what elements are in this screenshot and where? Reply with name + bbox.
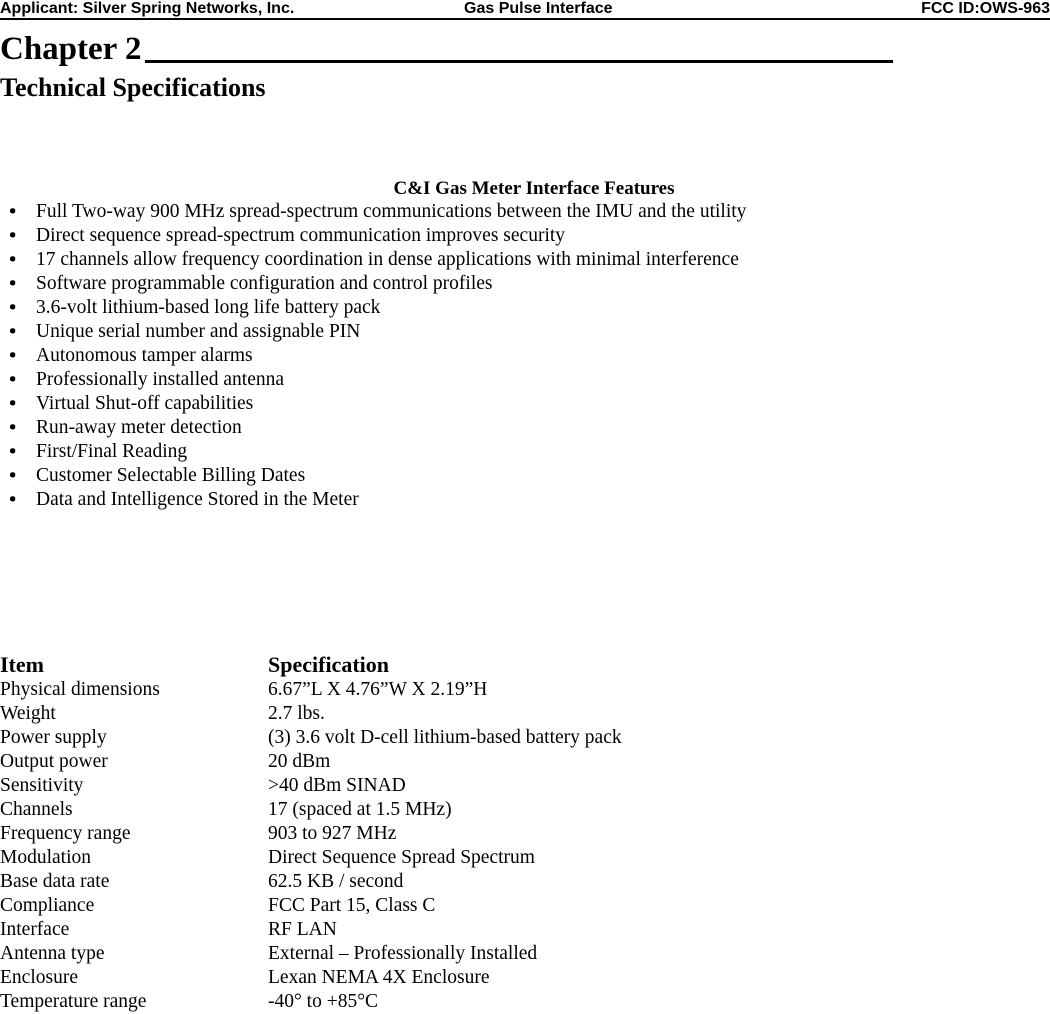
column-header-item: Item	[0, 652, 44, 677]
list-item-label: Full Two-way 900 MHz spread-spectrum com…	[36, 201, 747, 222]
table-row: Physical dimensions 6.67”L X 4.76”W X 2.…	[0, 678, 1040, 702]
list-item: • 3.6-volt lithium-based long life batter…	[0, 296, 1040, 320]
table-row: Output power 20 dBm	[0, 750, 1040, 774]
cell-specification: (3) 3.6 volt D-cell lithium-based batter…	[268, 727, 622, 748]
features-section-title: C&I Gas Meter Interface Features	[393, 178, 675, 199]
cell-item: Base data rate	[0, 871, 110, 892]
cell-item: Power supply	[0, 727, 107, 748]
list-item-label: Autonomous tamper alarms	[36, 345, 253, 366]
table-row: Sensitivity >40 dBm SINAD	[0, 774, 1040, 798]
list-item: • Autonomous tamper alarms	[0, 344, 1040, 368]
chapter-title: Chapter 2	[0, 31, 142, 67]
running-header: Applicant: Silver Spring Networks, Inc. …	[0, 0, 1050, 20]
table-row: Power supply (3) 3.6 volt D-cell lithium…	[0, 726, 1040, 750]
cell-item: Compliance	[0, 895, 95, 916]
table-row: Modulation Direct Sequence Spread Spectr…	[0, 846, 1040, 870]
table-row: Channels 17 (spaced at 1.5 MHz)	[0, 798, 1040, 822]
list-item: • Data and Intelligence Stored in the Met…	[0, 488, 1040, 512]
bullet-icon: •	[7, 441, 19, 463]
cell-specification: RF LAN	[268, 919, 337, 940]
bullet-icon: •	[7, 225, 19, 247]
list-item: • 17 channels allow frequency coordinatio…	[0, 248, 1040, 272]
list-item-label: Data and Intelligence Stored in the Mete…	[36, 489, 359, 510]
cell-specification: 2.7 lbs.	[268, 703, 325, 724]
table-row: Weight 2.7 lbs.	[0, 702, 1040, 726]
chapter-subtitle: Technical Specifications	[0, 73, 266, 102]
table-header-row: Item Specification	[0, 651, 1040, 678]
header-applicant: Applicant: Silver Spring Networks, Inc.	[0, 0, 295, 17]
cell-specification: Lexan NEMA 4X Enclosure	[268, 967, 490, 988]
list-item: • Direct sequence spread-spectrum communi…	[0, 224, 1040, 248]
bullet-icon: •	[7, 417, 19, 439]
bullet-icon: •	[7, 393, 19, 415]
list-item-label: Customer Selectable Billing Dates	[36, 465, 306, 486]
bullet-icon: •	[7, 297, 19, 319]
cell-item: Output power	[0, 751, 108, 772]
list-item: • Customer Selectable Billing Dates	[0, 464, 1040, 488]
cell-item: Channels	[0, 799, 73, 820]
list-item: • Run-away meter detection	[0, 416, 1040, 440]
bullet-icon: •	[7, 489, 19, 511]
header-divider	[0, 18, 1050, 20]
list-item-label: Software programmable configuration and …	[36, 273, 493, 294]
list-item-label: Run-away meter detection	[36, 417, 242, 438]
bullet-icon: •	[7, 201, 19, 223]
cell-item: Modulation	[0, 847, 91, 868]
list-item: • Professionally installed antenna	[0, 368, 1040, 392]
list-item: • Unique serial number and assignable PIN	[0, 320, 1040, 344]
table-row: Frequency range 903 to 927 MHz	[0, 822, 1040, 846]
bullet-icon: •	[7, 345, 19, 367]
list-item: • Full Two-way 900 MHz spread-spectrum co…	[0, 200, 1040, 224]
cell-item: Temperature range	[0, 991, 147, 1012]
column-header-specification: Specification	[268, 652, 389, 677]
list-item-label: Virtual Shut-off capabilities	[36, 393, 254, 414]
table-row: Base data rate 62.5 KB / second	[0, 870, 1040, 894]
table-row: Enclosure Lexan NEMA 4X Enclosure	[0, 966, 1040, 990]
list-item-label: Professionally installed antenna	[36, 369, 285, 390]
list-item-label: Unique serial number and assignable PIN	[36, 321, 361, 342]
cell-specification: 903 to 927 MHz	[268, 823, 397, 844]
cell-specification: 62.5 KB / second	[268, 871, 404, 892]
table-row: Compliance FCC Part 15, Class C	[0, 894, 1040, 918]
cell-specification: FCC Part 15, Class C	[268, 895, 436, 916]
cell-item: Frequency range	[0, 823, 131, 844]
list-item: • First/Final Reading	[0, 440, 1040, 464]
chapter-title-underline	[145, 60, 893, 63]
cell-item: Antenna type	[0, 943, 105, 964]
cell-item: Physical dimensions	[0, 679, 160, 700]
cell-specification: External – Professionally Installed	[268, 943, 538, 964]
bullet-icon: •	[7, 273, 19, 295]
cell-specification: 17 (spaced at 1.5 MHz)	[268, 799, 452, 820]
list-item-label: First/Final Reading	[36, 441, 188, 462]
bullet-icon: •	[7, 321, 19, 343]
list-item: • Software programmable configuration and…	[0, 272, 1040, 296]
specification-table: Item Specification Physical dimensions 6…	[0, 651, 1040, 1014]
cell-item: Enclosure	[0, 967, 78, 988]
table-row: Interface RF LAN	[0, 918, 1040, 942]
list-item: • Virtual Shut-off capabilities	[0, 392, 1040, 416]
cell-specification: 20 dBm	[268, 751, 331, 772]
header-fcc-id: FCC ID:OWS-963	[921, 0, 1050, 17]
bullet-icon: •	[7, 369, 19, 391]
cell-item: Weight	[0, 703, 56, 724]
cell-item: Sensitivity	[0, 775, 84, 796]
bullet-icon: •	[7, 465, 19, 487]
features-list: • Full Two-way 900 MHz spread-spectrum co…	[0, 200, 1040, 512]
document-page: Applicant: Silver Spring Networks, Inc. …	[0, 0, 1050, 1013]
header-document-title: Gas Pulse Interface	[464, 0, 613, 17]
cell-specification: -40° to +85°C	[268, 991, 379, 1012]
cell-specification: 6.67”L X 4.76”W X 2.19”H	[268, 679, 488, 700]
table-row: Antenna type External – Professionally I…	[0, 942, 1040, 966]
table-row: Temperature range -40° to +85°C	[0, 990, 1040, 1014]
list-item-label: 17 channels allow frequency coordination…	[36, 249, 739, 270]
bullet-icon: •	[7, 249, 19, 271]
list-item-label: Direct sequence spread-spectrum communic…	[36, 225, 566, 246]
cell-specification: >40 dBm SINAD	[268, 775, 406, 796]
cell-item: Interface	[0, 919, 70, 940]
list-item-label: 3.6-volt lithium-based long life battery…	[36, 297, 381, 318]
cell-specification: Direct Sequence Spread Spectrum	[268, 847, 535, 868]
